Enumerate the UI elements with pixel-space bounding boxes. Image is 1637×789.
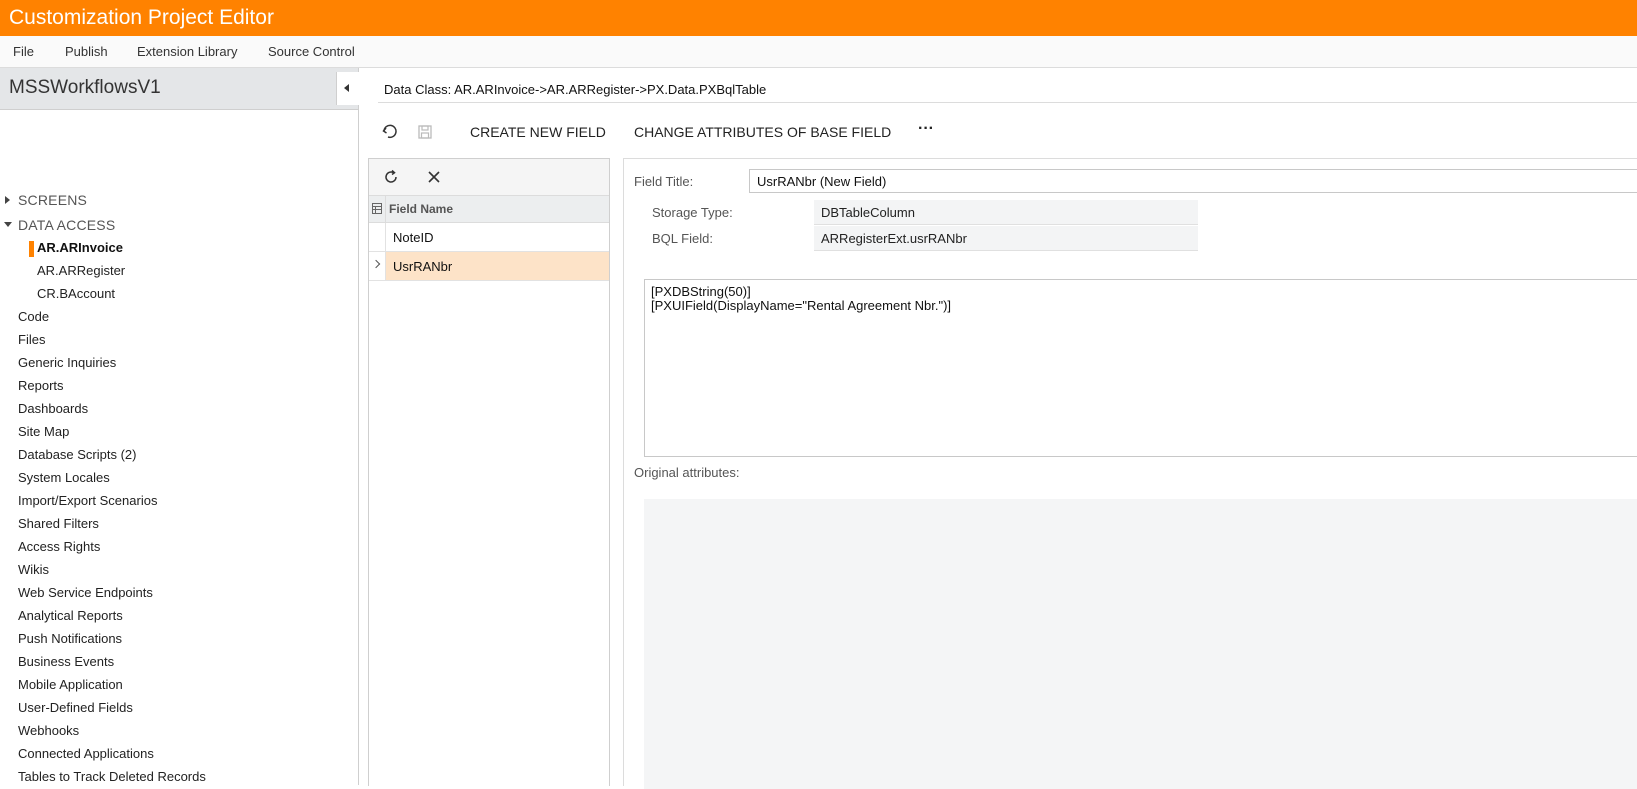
column-header-field-name[interactable]: Field Name (389, 202, 453, 216)
storage-type-value: DBTableColumn (821, 205, 915, 220)
grid-header: Field Name (369, 196, 609, 223)
column-settings-icon[interactable] (369, 196, 386, 222)
field-title-value: UsrRANbr (New Field) (757, 174, 887, 189)
tree-node-data-access[interactable]: DATA ACCESS (18, 217, 115, 233)
code-line: [PXUIField(DisplayName="Rental Agreement… (651, 298, 952, 313)
divider (378, 102, 1637, 103)
menu-publish[interactable]: Publish (65, 44, 108, 59)
field-title-label: Field Title: (634, 174, 694, 189)
selected-indicator (29, 241, 34, 257)
create-new-field-button[interactable]: CREATE NEW FIELD (470, 124, 606, 140)
tree-node-generic-inquiries[interactable]: Generic Inquiries (18, 355, 116, 370)
row-selector[interactable] (369, 252, 386, 280)
field-name-cell: UsrRANbr (393, 259, 453, 274)
tree-node-system-locales[interactable]: System Locales (18, 470, 110, 485)
tree-node-connected-applications[interactable]: Connected Applications (18, 746, 154, 761)
tree-node-user-defined-fields[interactable]: User-Defined Fields (18, 700, 133, 715)
table-row-selected[interactable]: UsrRANbr (369, 252, 609, 281)
undo-icon[interactable] (380, 122, 400, 142)
more-actions-button[interactable]: ··· (918, 120, 934, 138)
row-selector (369, 223, 386, 251)
data-class-label: Data Class: AR.ARInvoice->AR.ARRegister-… (384, 82, 767, 97)
collapse-arrow-icon[interactable] (4, 222, 12, 227)
project-name: MSSWorkflowsV1 (9, 77, 161, 98)
menu-extension-library[interactable]: Extension Library (137, 44, 237, 59)
original-attributes-label: Original attributes: (634, 465, 740, 480)
tree-node-analytical-reports[interactable]: Analytical Reports (18, 608, 123, 623)
storage-type-field: DBTableColumn (814, 200, 1198, 225)
tree-node-shared-filters[interactable]: Shared Filters (18, 516, 99, 531)
tree-node-ar-arinvoice[interactable]: AR.ARInvoice (37, 240, 123, 255)
tree-node-business-events[interactable]: Business Events (18, 654, 114, 669)
field-title-input[interactable]: UsrRANbr (New Field) (749, 169, 1637, 193)
storage-type-label: Storage Type: (652, 205, 733, 220)
field-name-cell: NoteID (393, 230, 434, 245)
app-title: Customization Project Editor (9, 6, 274, 29)
expand-arrow-icon[interactable] (5, 196, 10, 204)
chevron-right-icon (371, 259, 381, 269)
refresh-icon[interactable] (382, 168, 400, 186)
tree-node-cr-baccount[interactable]: CR.BAccount (37, 286, 115, 301)
main-panel: Data Class: AR.ARInvoice->AR.ARRegister-… (359, 68, 1637, 789)
tree-node-mobile-application[interactable]: Mobile Application (18, 677, 123, 692)
field-form: Field Title: UsrRANbr (New Field) Storag… (623, 158, 1637, 789)
tree-node-files[interactable]: Files (18, 332, 45, 347)
bql-field: ARRegisterExt.usrRANbr (814, 226, 1198, 251)
tree-node-screens[interactable]: SCREENS (18, 192, 87, 208)
tree-node-push-notifications[interactable]: Push Notifications (18, 631, 122, 646)
original-attributes-panel (644, 499, 1637, 789)
tree-node-dashboards[interactable]: Dashboards (18, 401, 88, 416)
save-icon[interactable] (415, 122, 435, 142)
tree-node-site-map[interactable]: Site Map (18, 424, 69, 439)
collapse-sidebar-button[interactable] (336, 72, 359, 105)
tree-node-import-export-scenarios[interactable]: Import/Export Scenarios (18, 493, 157, 508)
bql-field-label: BQL Field: (652, 231, 713, 246)
fields-grid: Field Name NoteID UsrRANbr (368, 158, 610, 786)
tree-node-access-rights[interactable]: Access Rights (18, 539, 100, 554)
table-row[interactable]: NoteID (369, 223, 609, 252)
tree-node-reports[interactable]: Reports (18, 378, 64, 393)
tree-node-web-service-endpoints[interactable]: Web Service Endpoints (18, 585, 153, 600)
change-attributes-button[interactable]: CHANGE ATTRIBUTES OF BASE FIELD (634, 124, 891, 140)
tree-node-tables-to-track-deleted-records[interactable]: Tables to Track Deleted Records (18, 769, 206, 784)
menu-bar: File Publish Extension Library Source Co… (0, 36, 1637, 68)
tree-node-code[interactable]: Code (18, 309, 49, 324)
tree-node-wikis[interactable]: Wikis (18, 562, 49, 577)
menu-source-control[interactable]: Source Control (268, 44, 355, 59)
title-bar: Customization Project Editor (0, 0, 1637, 36)
project-header: MSSWorkflowsV1 (0, 68, 359, 110)
code-line: [PXDBString(50)] (651, 284, 751, 299)
tree-node-database-scripts[interactable]: Database Scripts (2) (18, 447, 137, 462)
sidebar: MSSWorkflowsV1 SCREENS DATA ACCESS AR.AR… (0, 68, 359, 785)
tree-node-webhooks[interactable]: Webhooks (18, 723, 79, 738)
tree-node-ar-arregister[interactable]: AR.ARRegister (37, 263, 125, 278)
attributes-editor[interactable]: [PXDBString(50)] [PXUIField(DisplayName=… (644, 279, 1637, 457)
menu-file[interactable]: File (13, 44, 34, 59)
grid-toolbar (369, 159, 609, 196)
bql-field-value: ARRegisterExt.usrRANbr (821, 231, 967, 246)
close-icon[interactable] (425, 168, 443, 186)
